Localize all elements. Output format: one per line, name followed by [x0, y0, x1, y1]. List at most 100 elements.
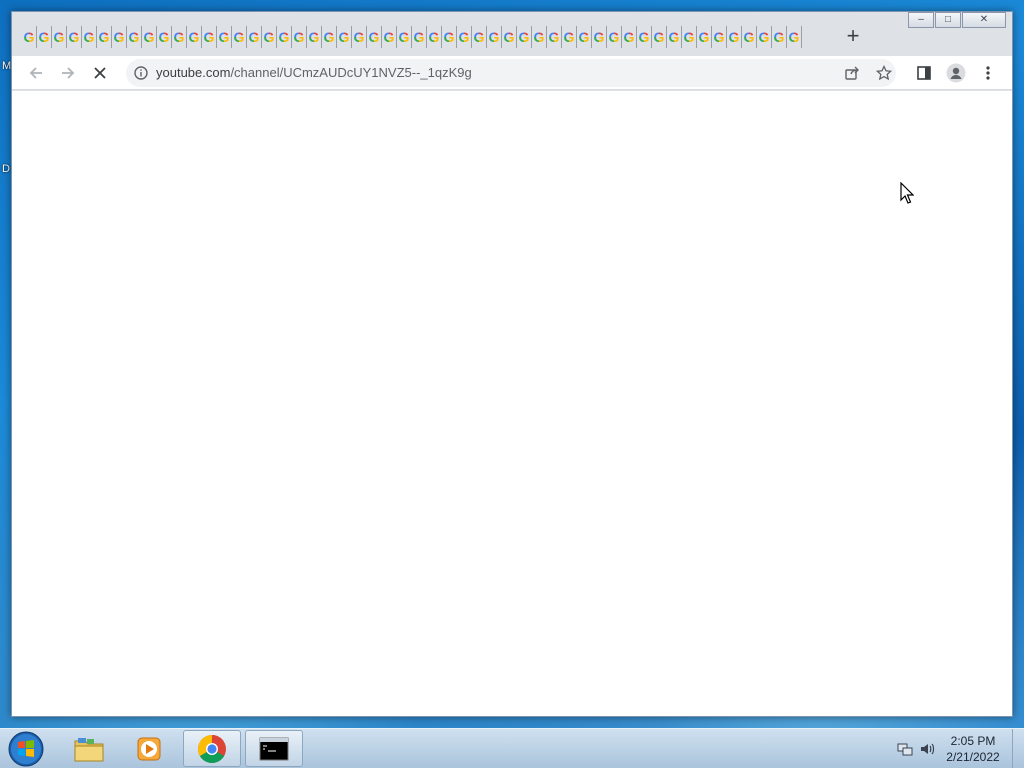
browser-tab[interactable]: G — [652, 26, 667, 48]
browser-tab[interactable]: G — [727, 26, 742, 48]
google-favicon-icon: G — [68, 29, 80, 45]
browser-tab[interactable]: G — [127, 26, 142, 48]
google-favicon-icon: G — [83, 29, 95, 45]
google-favicon-icon: G — [338, 29, 350, 45]
start-button[interactable] — [6, 730, 46, 768]
google-favicon-icon: G — [113, 29, 125, 45]
bookmark-star-icon[interactable] — [872, 61, 896, 85]
address-bar[interactable]: youtube.com/channel/UCmzAUDcUY1NVZ5--_1q… — [126, 59, 896, 87]
browser-tab[interactable]: G — [697, 26, 712, 48]
browser-tab[interactable]: G — [457, 26, 472, 48]
browser-tab[interactable]: G — [232, 26, 247, 48]
browser-tab[interactable]: G — [382, 26, 397, 48]
browser-tab[interactable]: G — [592, 26, 607, 48]
network-icon[interactable] — [894, 738, 916, 760]
google-favicon-icon: G — [128, 29, 140, 45]
browser-tab[interactable]: G — [547, 26, 562, 48]
browser-toolbar: youtube.com/channel/UCmzAUDcUY1NVZ5--_1q… — [12, 56, 1012, 90]
url-path: /channel/UCmzAUDcUY1NVZ5--_1qzK9g — [230, 65, 472, 80]
browser-tab[interactable]: G — [667, 26, 682, 48]
browser-tab[interactable]: G — [742, 26, 757, 48]
browser-tab[interactable]: G — [577, 26, 592, 48]
browser-tab[interactable]: G — [502, 26, 517, 48]
url-text[interactable]: youtube.com/channel/UCmzAUDcUY1NVZ5--_1q… — [156, 65, 472, 80]
google-favicon-icon: G — [743, 29, 755, 45]
browser-tab[interactable]: G — [322, 26, 337, 48]
google-favicon-icon: G — [548, 29, 560, 45]
url-host: youtube.com — [156, 65, 231, 80]
tab-strip: GGGGGGGGGGGGGGGGGGGGGGGGGGGGGGGGGGGGGGGG… — [12, 12, 1012, 56]
browser-tab[interactable]: G — [142, 26, 157, 48]
browser-tab[interactable]: G — [757, 26, 772, 48]
browser-tab[interactable]: G — [157, 26, 172, 48]
browser-tab[interactable]: G — [787, 26, 802, 48]
browser-tab[interactable]: G — [277, 26, 292, 48]
menu-kebab-icon[interactable] — [976, 61, 1000, 85]
browser-tab[interactable]: G — [202, 26, 217, 48]
browser-tab[interactable]: G — [442, 26, 457, 48]
show-desktop-button[interactable] — [1012, 729, 1024, 768]
minimize-button[interactable]: – — [908, 12, 934, 28]
profile-avatar-icon[interactable] — [944, 61, 968, 85]
browser-tab[interactable]: G — [37, 26, 52, 48]
browser-tab[interactable]: G — [307, 26, 322, 48]
taskbar-chrome[interactable] — [183, 730, 241, 767]
google-favicon-icon: G — [218, 29, 230, 45]
desktop-icon-label[interactable]: D — [2, 163, 10, 175]
taskbar-file-explorer[interactable] — [60, 730, 118, 767]
browser-tab[interactable]: G — [97, 26, 112, 48]
google-favicon-icon: G — [428, 29, 440, 45]
browser-tab[interactable]: G — [67, 26, 82, 48]
back-icon[interactable] — [24, 61, 48, 85]
share-icon[interactable] — [840, 61, 864, 85]
desktop-icon-label[interactable]: M — [2, 60, 11, 72]
browser-tab[interactable]: G — [532, 26, 547, 48]
volume-icon[interactable] — [916, 738, 938, 760]
page-content[interactable] — [12, 91, 1012, 716]
chrome-icon — [198, 734, 226, 763]
browser-tab[interactable]: G — [187, 26, 202, 48]
google-favicon-icon: G — [593, 29, 605, 45]
browser-tab[interactable]: G — [172, 26, 187, 48]
browser-tab[interactable]: G — [22, 26, 37, 48]
browser-tab[interactable]: G — [637, 26, 652, 48]
browser-tab[interactable]: G — [82, 26, 97, 48]
browser-tab[interactable]: G — [517, 26, 532, 48]
browser-tab[interactable]: G — [367, 26, 382, 48]
browser-tab[interactable]: G — [562, 26, 577, 48]
browser-tab[interactable]: G — [772, 26, 787, 48]
side-panel-icon[interactable] — [912, 61, 936, 85]
stop-loading-icon[interactable] — [88, 61, 112, 85]
browser-tab[interactable]: G — [412, 26, 427, 48]
close-button[interactable]: ✕ — [962, 12, 1006, 28]
browser-tab[interactable]: G — [217, 26, 232, 48]
taskbar-media-player[interactable] — [120, 730, 178, 767]
browser-tab[interactable]: G — [352, 26, 367, 48]
google-favicon-icon: G — [758, 29, 770, 45]
browser-tab[interactable]: G — [337, 26, 352, 48]
browser-tab[interactable]: G — [397, 26, 412, 48]
site-info-icon[interactable] — [132, 64, 150, 82]
browser-tab[interactable]: G — [292, 26, 307, 48]
new-tab-button[interactable]: + — [842, 25, 864, 47]
browser-tab[interactable]: G — [607, 26, 622, 48]
forward-icon[interactable] — [56, 61, 80, 85]
clock[interactable]: 2:05 PM 2/21/2022 — [938, 733, 1008, 765]
google-favicon-icon: G — [518, 29, 530, 45]
restore-button[interactable]: □ — [935, 12, 961, 28]
browser-tab[interactable]: G — [427, 26, 442, 48]
browser-tab[interactable]: G — [247, 26, 262, 48]
browser-tab[interactable]: G — [622, 26, 637, 48]
browser-tab[interactable]: G — [712, 26, 727, 48]
system-tray: 2:05 PM 2/21/2022 — [894, 729, 1024, 768]
google-favicon-icon: G — [608, 29, 620, 45]
browser-tab[interactable]: G — [52, 26, 67, 48]
browser-tab[interactable]: G — [487, 26, 502, 48]
taskbar-command-prompt[interactable] — [245, 730, 303, 767]
browser-tab[interactable]: G — [472, 26, 487, 48]
google-favicon-icon: G — [173, 29, 185, 45]
browser-tab[interactable]: G — [112, 26, 127, 48]
google-favicon-icon: G — [263, 29, 275, 45]
browser-tab[interactable]: G — [262, 26, 277, 48]
browser-tab[interactable]: G — [682, 26, 697, 48]
